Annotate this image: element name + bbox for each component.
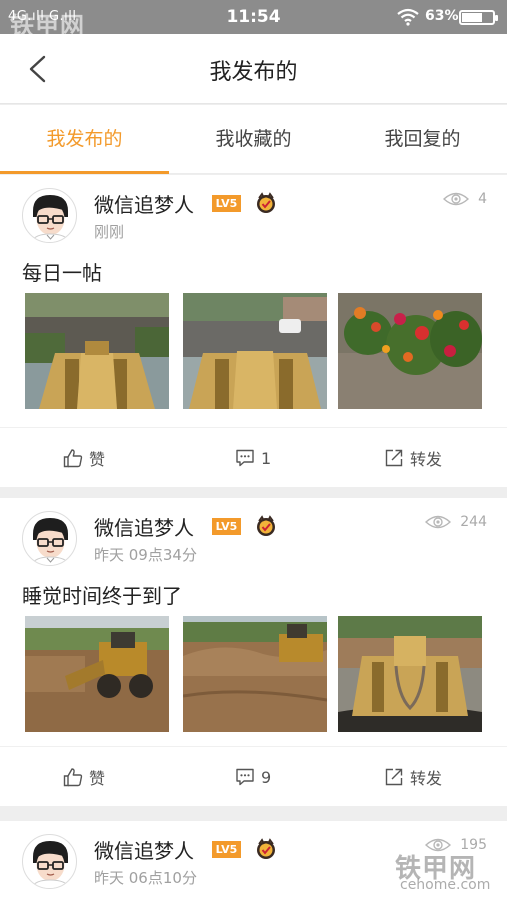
level-badge: LV5 xyxy=(212,841,241,858)
post-actions: 赞 9 转发 xyxy=(0,746,507,806)
share-label: 转发 xyxy=(410,769,443,788)
post-image[interactable] xyxy=(25,616,169,732)
post-image[interactable] xyxy=(25,293,169,409)
watermark-domain: cehome.com xyxy=(400,877,491,893)
comment-button[interactable]: 9 xyxy=(235,747,271,807)
dirt-field-image xyxy=(183,616,327,732)
wifi-icon xyxy=(397,8,419,26)
post-time: 昨天 06点10分 xyxy=(94,869,197,887)
tab-my-posts[interactable]: 我发布的 xyxy=(0,105,169,174)
post-actions: 赞 1 转发 xyxy=(0,427,507,487)
loader-dirt-image xyxy=(25,616,169,732)
thumbs-up-icon xyxy=(63,768,83,787)
comment-icon xyxy=(236,449,254,467)
like-label: 赞 xyxy=(89,769,106,788)
author-name[interactable]: 微信追梦人 xyxy=(94,835,194,864)
medal-icon xyxy=(257,515,275,536)
tab-my-favorites[interactable]: 我收藏的 xyxy=(169,105,338,174)
loader-view-image xyxy=(25,293,169,409)
medal-icon xyxy=(257,192,275,213)
like-button[interactable]: 赞 xyxy=(63,428,105,488)
like-label: 赞 xyxy=(89,450,106,469)
post-time: 昨天 09点34分 xyxy=(94,546,197,564)
battery-icon xyxy=(459,10,498,25)
share-icon xyxy=(385,768,403,786)
post-image[interactable] xyxy=(338,616,482,732)
tab-bar: 我发布的 我收藏的 我回复的 xyxy=(0,105,507,174)
share-label: 转发 xyxy=(410,450,443,469)
medal-icon xyxy=(257,838,275,859)
post-image[interactable] xyxy=(183,293,327,409)
share-icon xyxy=(385,449,403,467)
red-flowers-image xyxy=(338,293,482,409)
tab-my-replies[interactable]: 我回复的 xyxy=(338,105,507,174)
comment-count: 1 xyxy=(261,448,272,468)
level-badge: LV5 xyxy=(212,518,241,535)
thumbs-up-icon xyxy=(63,449,83,468)
view-count-value: 244 xyxy=(460,514,487,530)
comment-count: 9 xyxy=(261,767,272,787)
loader-cab-image xyxy=(338,616,482,732)
battery-percent: 63% xyxy=(425,8,459,24)
post-title[interactable]: 睡觉时间终于到了 xyxy=(22,580,182,609)
share-button[interactable]: 转发 xyxy=(384,428,442,488)
avatar[interactable] xyxy=(22,188,77,243)
post-image[interactable] xyxy=(183,616,327,732)
post-image[interactable] xyxy=(338,293,482,409)
eye-icon xyxy=(425,515,452,529)
nav-bar: 我发布的 xyxy=(0,34,507,104)
author-name[interactable]: 微信追梦人 xyxy=(94,189,194,218)
level-badge: LV5 xyxy=(212,195,241,212)
share-button[interactable]: 转发 xyxy=(384,747,442,807)
comment-button[interactable]: 1 xyxy=(235,428,271,488)
eye-icon xyxy=(443,192,470,206)
avatar[interactable] xyxy=(22,834,77,889)
avatar[interactable] xyxy=(22,511,77,566)
post-card[interactable]: 微信追梦人 LV5 昨天 09点34分 244 睡觉时间终于到了 赞 9 转发 xyxy=(0,498,507,806)
post-title[interactable]: 每日一帖 xyxy=(22,257,102,286)
loader-road-image xyxy=(183,293,327,409)
view-count: 4 xyxy=(443,191,487,207)
post-time: 刚刚 xyxy=(94,223,125,241)
author-name[interactable]: 微信追梦人 xyxy=(94,512,194,541)
post-card[interactable]: 微信追梦人 LV5 刚刚 4 每日一帖 赞 1 转发 xyxy=(0,175,507,487)
view-count: 244 xyxy=(425,514,487,530)
view-count-value: 4 xyxy=(478,191,487,207)
like-button[interactable]: 赞 xyxy=(63,747,105,807)
battery-level xyxy=(462,13,483,22)
comment-icon xyxy=(236,768,254,786)
page-title: 我发布的 xyxy=(209,60,298,85)
